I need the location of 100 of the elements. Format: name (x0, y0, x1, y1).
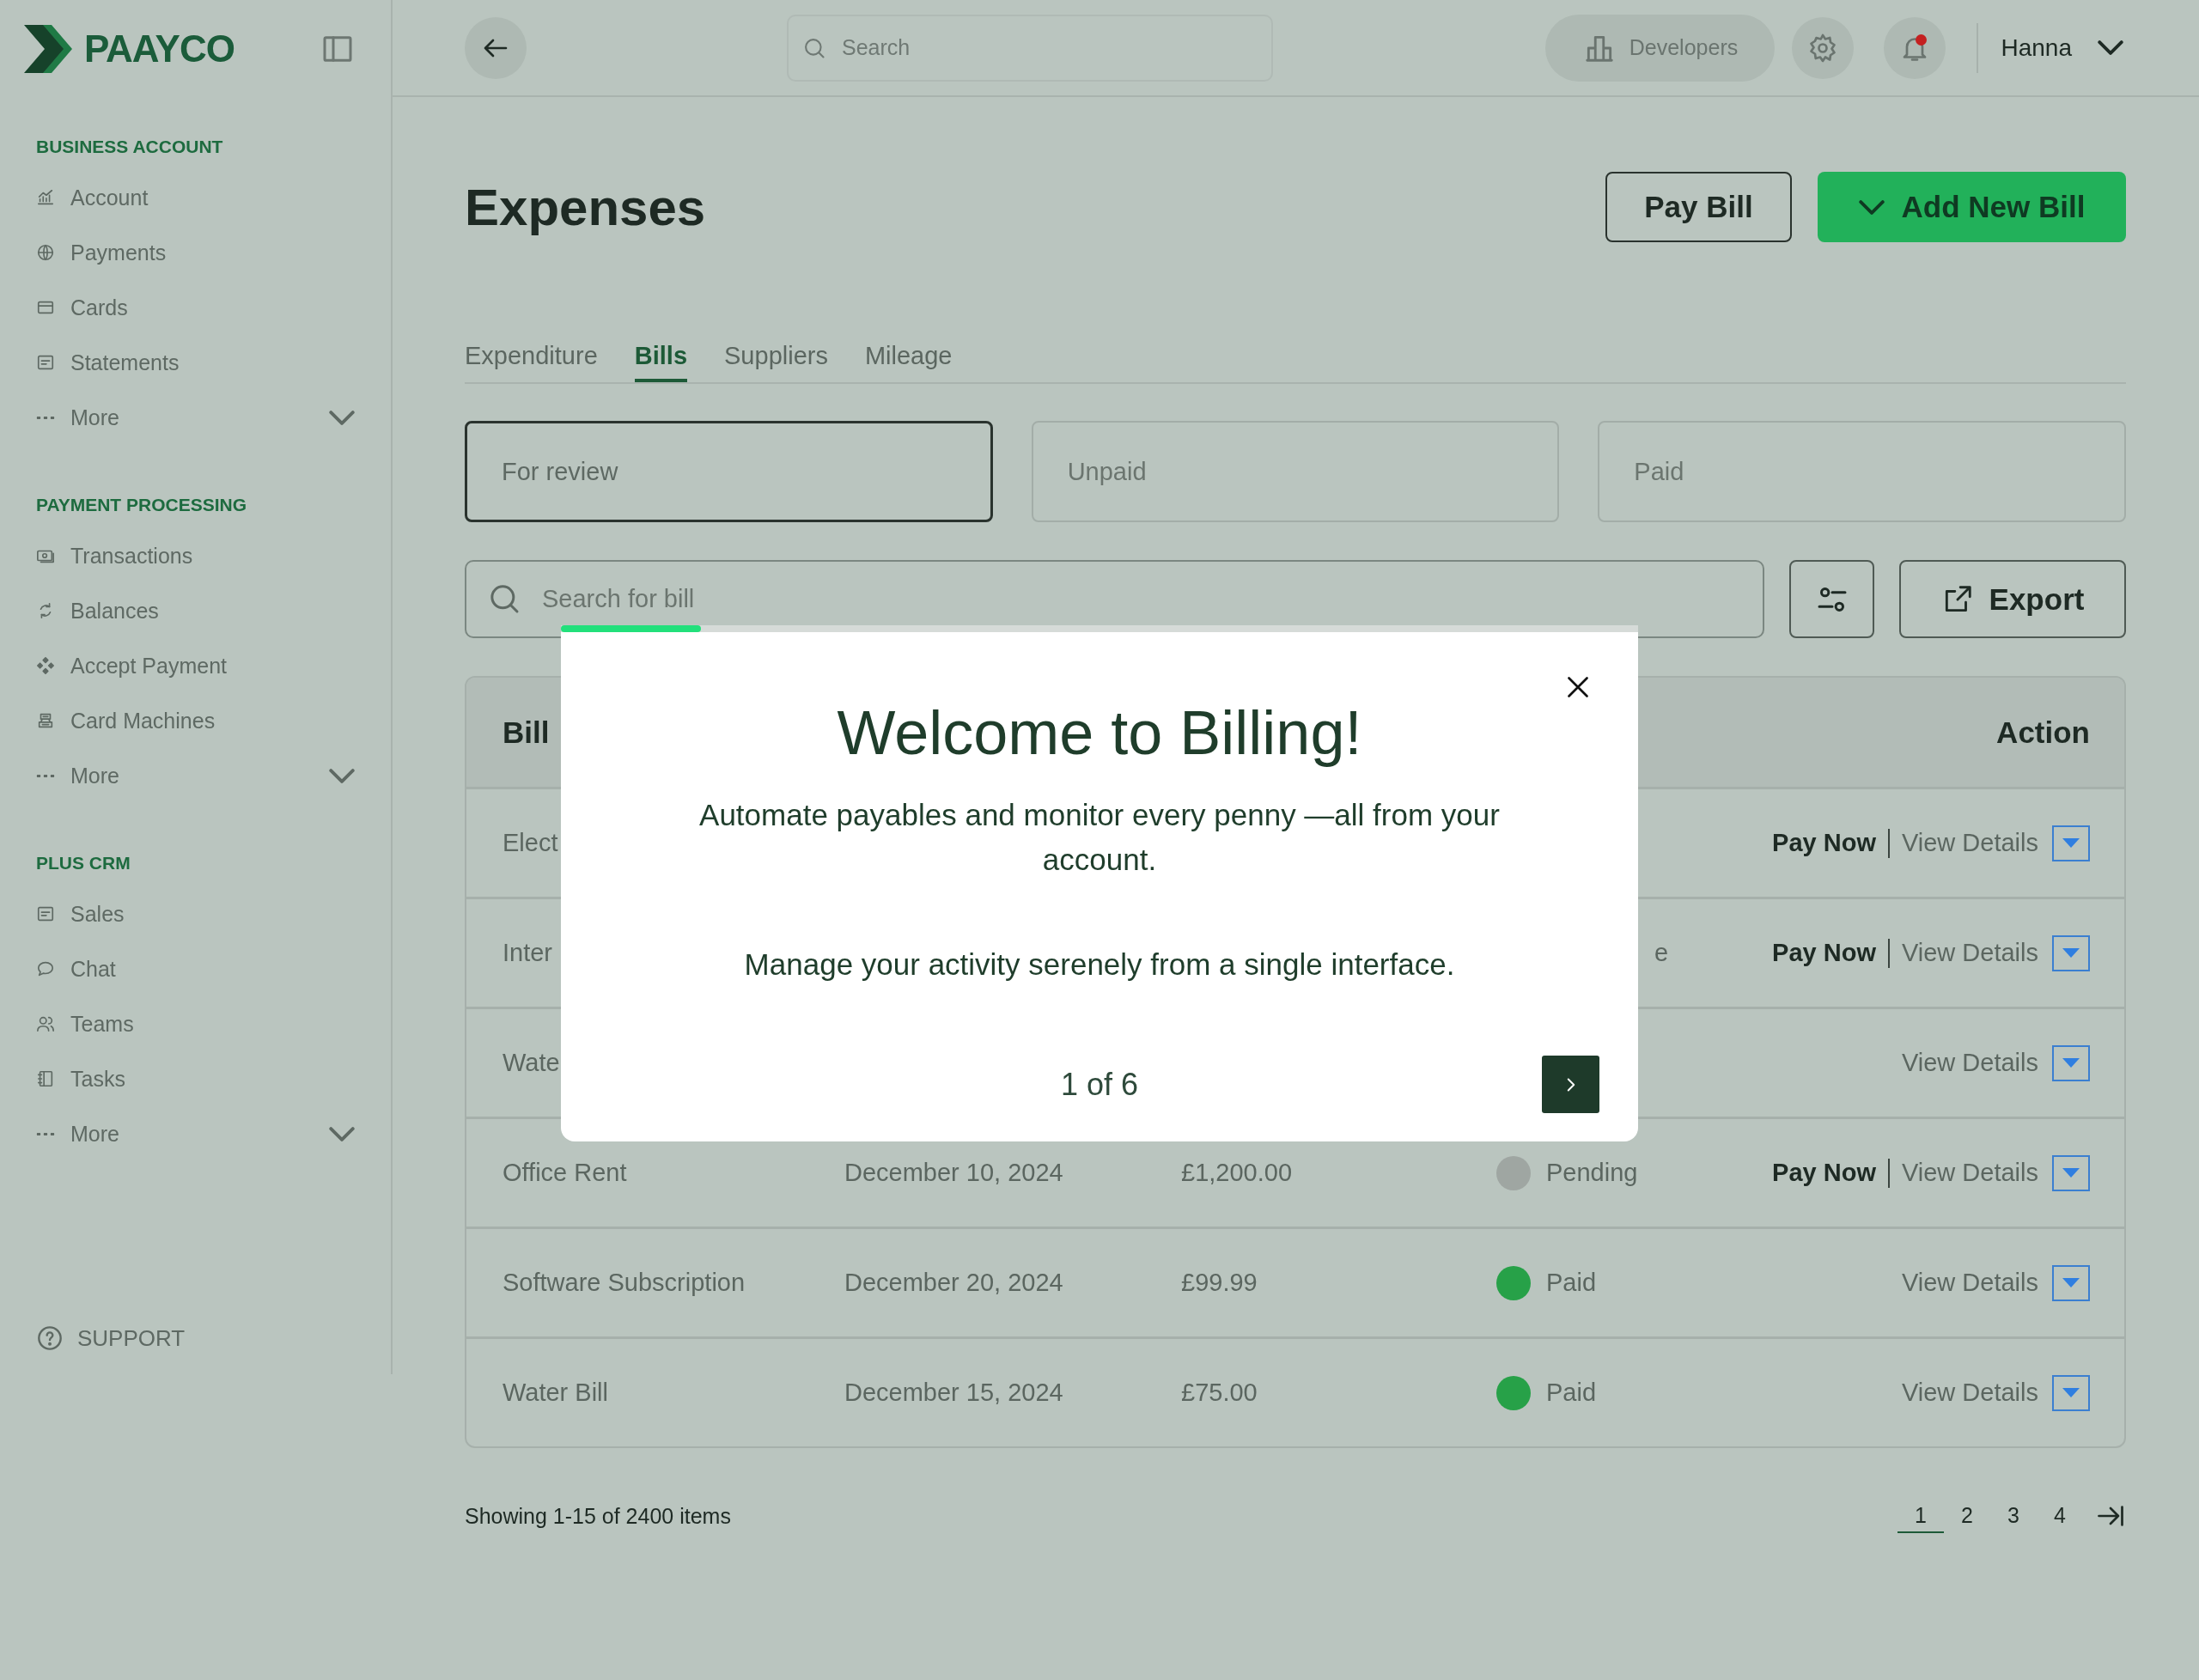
column-header: Bill (503, 715, 550, 750)
bill-amount: £75.00 (1181, 1379, 1258, 1407)
view-details-link[interactable]: View Details (1901, 1159, 2038, 1187)
globe-icon (36, 243, 55, 262)
column-header: Action (1996, 715, 2090, 750)
export-button[interactable]: Export (1899, 560, 2126, 638)
caret-down-icon (2062, 1278, 2080, 1287)
dropdown-button[interactable] (2052, 1044, 2090, 1081)
sidebar-item[interactable]: Teams (36, 996, 391, 1051)
caret-down-icon (2062, 838, 2080, 848)
add-bill-button[interactable]: Add New Bill (1818, 172, 2126, 242)
sidebar-item[interactable]: Chat (36, 941, 391, 996)
dropdown-button[interactable] (2052, 1154, 2090, 1191)
section-title: PLUS CRM (36, 852, 131, 874)
dots-icon (36, 774, 55, 777)
status-label: e (1654, 939, 1669, 967)
sidebar-item[interactable]: More (36, 390, 391, 445)
speech-bubble-icon (36, 959, 55, 978)
items-summary: Showing 1-15 of 2400 items (465, 1503, 731, 1529)
dropdown-button[interactable] (2052, 934, 2090, 971)
bill-name: Wate (503, 1049, 560, 1077)
sidebar-item[interactable]: Accept Payment (36, 638, 391, 693)
view-details-link[interactable]: View Details (1901, 829, 2038, 857)
developers-button[interactable]: Developers (1545, 14, 1776, 82)
view-details-link[interactable]: View Details (1901, 1269, 2038, 1297)
pay-now-link[interactable]: Pay Now (1772, 939, 1876, 967)
pay-bill-button[interactable]: Pay Bill (1605, 172, 1792, 242)
chart-icon (36, 188, 55, 207)
filter-card[interactable]: Unpaid (1031, 421, 1560, 522)
document-icon (36, 904, 55, 923)
section-title: BUSINESS ACCOUNT (36, 136, 224, 158)
sidebar-item[interactable]: Transactions (36, 528, 391, 583)
user-name[interactable]: Hanna (2001, 33, 2072, 62)
page-link[interactable]: 3 (1990, 1499, 2037, 1533)
bill-name: Office Rent (503, 1159, 627, 1187)
bill-date: December 15, 2024 (844, 1379, 1063, 1407)
pay-now-link[interactable]: Pay Now (1772, 1159, 1876, 1187)
brand-name: PAAYCO (84, 27, 235, 70)
bill-name: Inter (503, 939, 553, 967)
caret-down-icon (2062, 948, 2080, 958)
dropdown-button[interactable] (2052, 825, 2090, 861)
status-label: Paid (1546, 1379, 1597, 1407)
page-link[interactable]: 4 (2037, 1499, 2083, 1533)
search-field[interactable]: Search (787, 14, 1273, 82)
cash-register-icon (36, 711, 55, 730)
filter-card[interactable]: Paid (1598, 421, 2126, 522)
notebook-icon (36, 1069, 55, 1088)
dots-icon (36, 1132, 55, 1135)
sidebar-item[interactable]: Balances (36, 583, 391, 638)
sidebar-item[interactable]: Tasks (36, 1051, 391, 1106)
page-link[interactable]: 2 (1944, 1499, 1990, 1533)
bill-date: December 20, 2024 (844, 1269, 1063, 1297)
sidebar-item[interactable]: Payments (36, 225, 391, 280)
sidebar-item[interactable]: Card Machines (36, 693, 391, 748)
sidebar-item[interactable]: Sales (36, 886, 391, 941)
sidebar-item[interactable]: Account (36, 170, 391, 225)
chevron-down-icon (2098, 40, 2123, 55)
bill-amount: £99.99 (1181, 1269, 1258, 1297)
sidebar-item[interactable]: More (36, 748, 391, 803)
bill-name: Water Bill (503, 1379, 608, 1407)
bill-name: Elect (503, 829, 558, 857)
filter-button[interactable] (1789, 560, 1874, 638)
chevron-down-icon (1858, 199, 1885, 215)
modal-description: Automate payables and monitor every penny —all from your account. (698, 797, 1501, 878)
chevron-down-icon (329, 410, 355, 425)
caret-down-icon (2062, 1168, 2080, 1178)
page-title: Expenses (465, 177, 707, 237)
diamond-icon (36, 656, 55, 675)
sidebar-item[interactable]: Statements (36, 335, 391, 390)
modal-text: Manage your activity serenely from a single interface. (744, 947, 1455, 983)
support-link[interactable]: SUPPORT (36, 1324, 391, 1352)
step-counter: 1 of 6 (1060, 1066, 1139, 1103)
view-details-link[interactable]: View Details (1901, 1049, 2038, 1077)
caret-down-icon (2062, 1388, 2080, 1397)
sidebar-item[interactable]: More (36, 1106, 391, 1161)
bill-name: Software Subscription (503, 1269, 746, 1297)
tab[interactable]: Mileage (864, 328, 953, 382)
bill-date: December 10, 2024 (844, 1159, 1063, 1187)
help-icon (36, 1324, 64, 1352)
dots-icon (36, 416, 55, 419)
pay-now-link[interactable]: Pay Now (1772, 829, 1876, 857)
dropdown-button[interactable] (2052, 1374, 2090, 1411)
dropdown-button[interactable] (2052, 1264, 2090, 1301)
tab[interactable]: Expenditure (465, 328, 598, 382)
chevron-down-icon (329, 1126, 355, 1141)
caret-down-icon (2062, 1058, 2080, 1068)
chevron-down-icon (329, 768, 355, 783)
page-link[interactable]: 1 (1897, 1499, 1944, 1533)
tab[interactable]: Bills (634, 328, 688, 382)
sidebar-item[interactable]: Cards (36, 280, 391, 335)
section-title: PAYMENT PROCESSING (36, 494, 248, 516)
status-label: Pending (1546, 1159, 1638, 1187)
bill-amount: £1,200.00 (1181, 1159, 1292, 1187)
document-icon (36, 353, 55, 372)
filter-card[interactable]: For review (465, 421, 993, 522)
people-icon (36, 1014, 55, 1033)
status-label: Paid (1546, 1269, 1597, 1297)
tab[interactable]: Suppliers (724, 328, 828, 382)
view-details-link[interactable]: View Details (1901, 1379, 2038, 1407)
view-details-link[interactable]: View Details (1901, 939, 2038, 967)
